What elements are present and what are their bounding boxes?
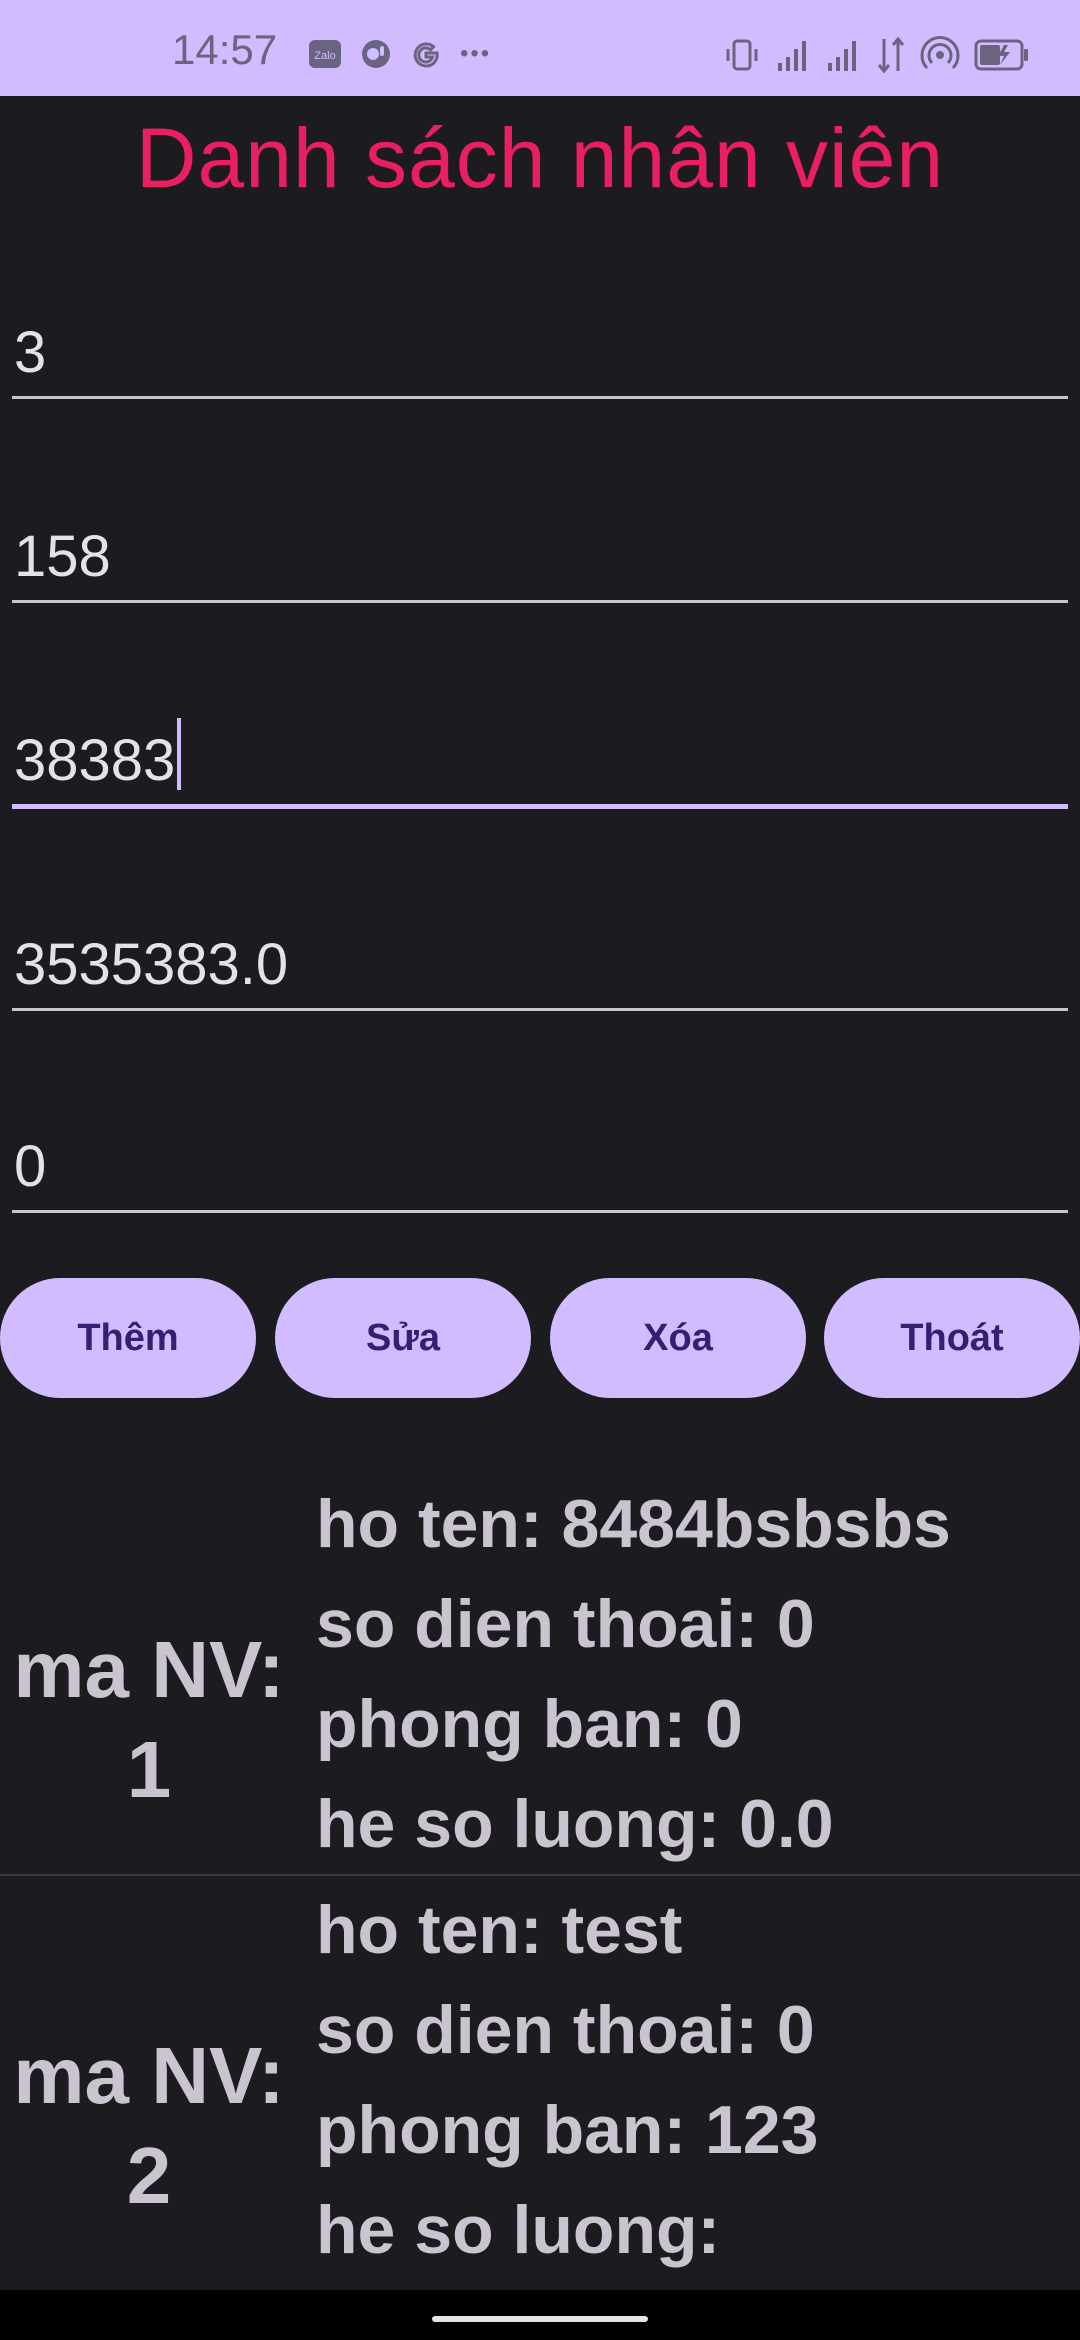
status-time: 14:57 — [172, 26, 278, 73]
employee-salary-coefficient: he so luong: 0.0 — [316, 1786, 834, 1862]
add-button[interactable]: Thêm — [0, 1278, 256, 1398]
employee-name: ho ten: test — [316, 1892, 683, 1968]
svg-text:Zalo: Zalo — [314, 50, 335, 62]
data-arrows-icon — [876, 35, 906, 75]
employee-id-value: 3 — [14, 320, 47, 385]
employee-phone-field[interactable]: 38383 — [12, 714, 1068, 809]
employee-info: ho ten: 8484bsbsbs so dien thoai: 0 phon… — [316, 1474, 951, 1874]
edit-button[interactable]: Sửa — [275, 1278, 531, 1398]
employee-department: phong ban: 123 — [316, 2092, 819, 2168]
navigation-bar — [0, 2290, 1080, 2340]
more-dots-icon: ••• — [460, 40, 492, 67]
list-divider — [0, 1874, 1080, 1876]
delete-button[interactable]: Xóa — [550, 1278, 806, 1398]
status-bar: 14:57 Zalo ••• — [0, 0, 1080, 96]
employee-phone-value: 38383 — [14, 728, 176, 793]
employee-department-value: 0 — [14, 1134, 47, 1199]
list-item[interactable]: ma NV: 1 ho ten: 8484bsbsbs so dien thoa… — [0, 1474, 1080, 1874]
home-gesture-handle[interactable] — [432, 2316, 648, 2322]
employee-id-field[interactable]: 3 — [12, 306, 1068, 399]
employee-department-field[interactable]: 0 — [12, 1120, 1068, 1213]
employee-code-label: ma NV: — [13, 1625, 285, 1714]
employee-code: ma NV: 1 — [0, 1620, 298, 1820]
list-item[interactable]: ma NV: 2 ho ten: test so dien thoai: 0 p… — [0, 1880, 1080, 2290]
employee-code-value: 2 — [126, 2131, 172, 2220]
hotspot-icon — [920, 35, 960, 75]
employee-code-label: ma NV: — [13, 2031, 285, 2120]
employee-phone: so dien thoai: 0 — [316, 1586, 815, 1662]
employee-phone: so dien thoai: 0 — [316, 1992, 815, 2068]
vibrate-icon — [722, 35, 762, 75]
employee-name-value: 158 — [14, 524, 111, 589]
page-title: Danh sách nhân viên — [135, 111, 945, 205]
employee-name-field[interactable]: 158 — [12, 510, 1068, 603]
employee-department: phong ban: 0 — [316, 1686, 743, 1762]
status-left-icons: Zalo ••• — [308, 34, 491, 74]
signal-icon — [776, 37, 812, 73]
battery-charging-icon — [974, 37, 1030, 73]
text-cursor — [177, 718, 182, 790]
google-icon — [410, 38, 442, 70]
status-right-icons — [722, 30, 1030, 80]
employee-phone-value-wrap: 38383 — [14, 718, 182, 794]
employee-code-value: 1 — [126, 1725, 172, 1814]
employee-salary-value: 3535383.0 — [14, 932, 289, 997]
employee-salary-field[interactable]: 3535383.0 — [12, 918, 1068, 1011]
signal-icon — [826, 37, 862, 73]
exit-button[interactable]: Thoát — [824, 1278, 1080, 1398]
zalo-icon: Zalo — [308, 39, 342, 69]
employee-info: ho ten: test so dien thoai: 0 phong ban:… — [316, 1880, 818, 2280]
employee-salary-coefficient: he so luong: — [316, 2192, 721, 2268]
employee-name: ho ten: 8484bsbsbs — [316, 1486, 951, 1562]
chat-icon — [360, 38, 392, 70]
employee-code: ma NV: 2 — [0, 2026, 298, 2226]
